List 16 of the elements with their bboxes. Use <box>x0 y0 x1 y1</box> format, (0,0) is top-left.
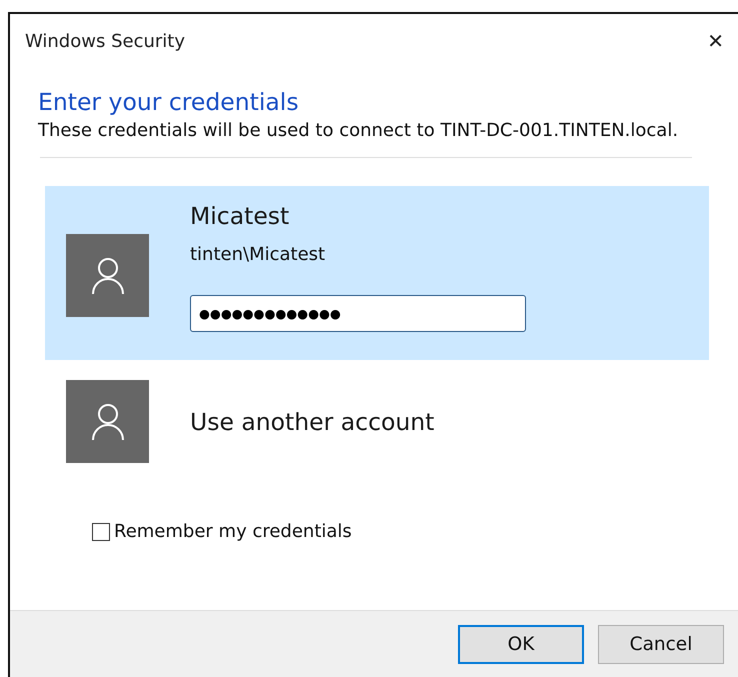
close-button[interactable]: ✕ <box>703 29 728 53</box>
user-icon <box>66 380 149 463</box>
password-field[interactable]: ●●●●●●●●●●●●● <box>190 295 526 332</box>
account-name: Micatest <box>190 202 290 230</box>
account-name: Use another account <box>190 408 434 436</box>
user-icon <box>66 234 149 317</box>
account-tile[interactable]: Use another account <box>45 380 709 463</box>
description-text: These credentials will be used to connect to TINT-DC-001.TINTEN.local. <box>38 120 680 141</box>
account-username: tinten\Micatest <box>190 244 326 265</box>
dialog-button[interactable]: Cancel <box>598 624 724 664</box>
account-tile[interactable]: Micatest tinten\Micatest ●●●●●●●●●●●●● <box>45 186 709 360</box>
dialog-button[interactable]: OK <box>458 624 584 664</box>
remember-checkbox[interactable] <box>92 522 110 540</box>
dialog-heading: Enter your credentials <box>38 88 300 116</box>
remember-label: Remember my credentials <box>114 521 352 542</box>
window-title: Windows Security <box>25 30 185 52</box>
